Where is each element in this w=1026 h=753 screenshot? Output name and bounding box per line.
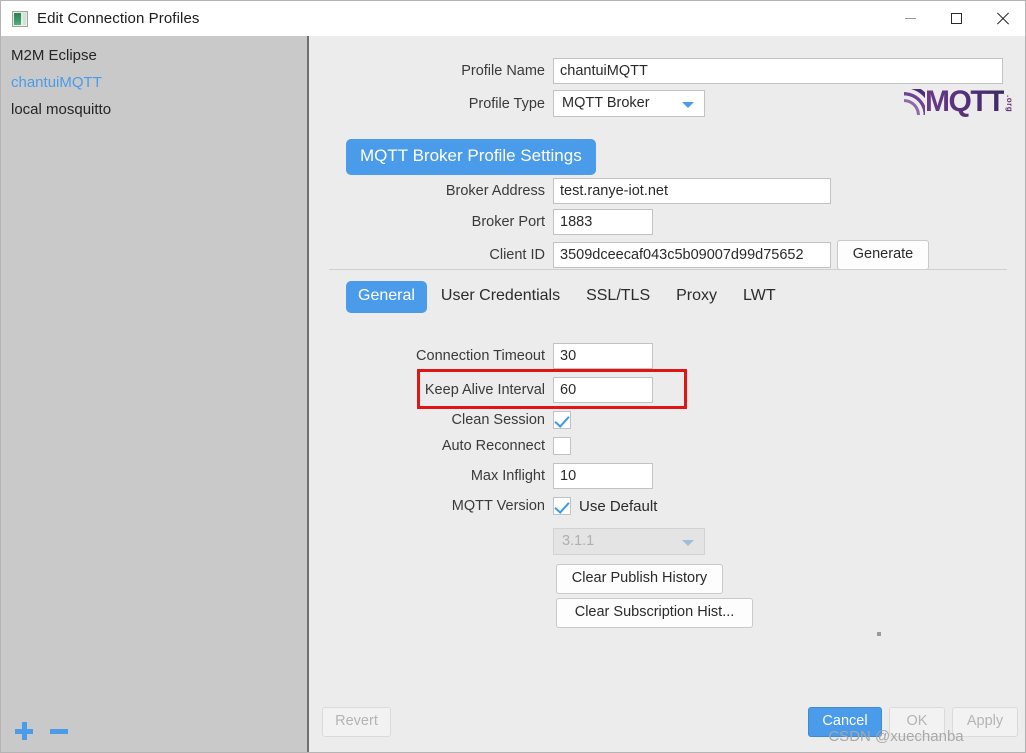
auto-reconnect-checkbox[interactable] xyxy=(553,437,571,455)
chevron-down-icon xyxy=(682,540,694,546)
mqtt-version-select[interactable]: 3.1.1 xyxy=(553,528,705,555)
profile-type-select[interactable]: MQTT Broker xyxy=(553,90,705,117)
minimize-icon xyxy=(904,18,916,19)
auto-reconnect-row: Auto Reconnect xyxy=(309,437,571,455)
keep-alive-interval-label: Keep Alive Interval xyxy=(424,382,545,398)
profile-type-label: Profile Type xyxy=(468,95,545,112)
broker-address-row: Broker Address test.ranye-iot.net xyxy=(309,178,831,204)
tab-ssl-tls[interactable]: SSL/TLS xyxy=(574,281,662,313)
section-divider xyxy=(329,269,1007,270)
close-button[interactable] xyxy=(979,1,1025,36)
connection-timeout-row: Connection Timeout 30 xyxy=(309,343,653,369)
mqtt-version-label: MQTT Version xyxy=(451,498,545,514)
auto-reconnect-label: Auto Reconnect xyxy=(441,438,545,454)
profile-list-toolbar xyxy=(1,709,307,752)
clear-publish-history-button[interactable]: Clear Publish History xyxy=(556,564,723,594)
minimize-button[interactable] xyxy=(887,1,933,36)
profile-list: M2M Eclipse chantuiMQTT local mosquitto xyxy=(1,36,307,123)
broker-address-input[interactable]: test.ranye-iot.net xyxy=(553,178,831,204)
client-id-label: Client ID xyxy=(489,247,545,263)
list-item[interactable]: M2M Eclipse xyxy=(1,42,307,69)
profile-item-label: chantuiMQTT xyxy=(11,74,102,91)
keep-alive-interval-input[interactable]: 60 xyxy=(553,377,653,403)
mqtt-version-value: 3.1.1 xyxy=(562,533,595,549)
maximize-button[interactable] xyxy=(933,1,979,36)
connection-timeout-label: Connection Timeout xyxy=(416,348,545,364)
max-inflight-input[interactable]: 10 xyxy=(553,463,653,489)
profile-name-input[interactable]: chantuiMQTT xyxy=(553,58,1003,84)
connection-timeout-input[interactable]: 30 xyxy=(553,343,653,369)
profile-list-sidebar: M2M Eclipse chantuiMQTT local mosquitto xyxy=(1,36,307,752)
clean-session-checkbox[interactable] xyxy=(553,411,571,429)
close-icon xyxy=(996,12,1009,25)
profile-detail-panel: Profile Name chantuiMQTT Profile Type MQ… xyxy=(309,36,1025,752)
tab-proxy[interactable]: Proxy xyxy=(664,281,729,313)
app-icon xyxy=(12,10,28,27)
watermark: CSDN @xuechanba xyxy=(828,728,964,745)
use-default-label: Use Default xyxy=(579,497,658,515)
max-inflight-row: Max Inflight 10 xyxy=(309,463,653,489)
list-item[interactable]: local mosquitto xyxy=(1,96,307,123)
clean-session-row: Clean Session xyxy=(309,411,571,429)
artifact-dot xyxy=(877,632,881,636)
tab-lwt[interactable]: LWT xyxy=(731,281,788,313)
broker-address-label: Broker Address xyxy=(445,183,545,199)
tab-general[interactable]: General xyxy=(346,281,427,313)
use-default-checkbox[interactable] xyxy=(553,497,571,515)
window-controls xyxy=(887,1,1025,36)
profile-type-value: MQTT Broker xyxy=(562,95,650,111)
clear-subscription-history-button[interactable]: Clear Subscription Hist... xyxy=(556,598,753,628)
client-id-row: Client ID 3509dceecaf043c5b09007d99d7565… xyxy=(309,240,929,270)
generate-button[interactable]: Generate xyxy=(837,240,929,270)
keep-alive-interval-row: Keep Alive Interval 60 xyxy=(309,377,653,403)
minus-icon[interactable] xyxy=(50,728,68,734)
mqtt-wave-icon xyxy=(904,89,926,115)
list-item[interactable]: chantuiMQTT xyxy=(1,69,307,96)
profile-name-row: Profile Name chantuiMQTT xyxy=(309,58,1007,84)
profile-item-label: M2M Eclipse xyxy=(11,47,97,64)
chevron-down-icon xyxy=(682,102,694,108)
tab-user-credentials[interactable]: User Credentials xyxy=(429,281,572,313)
mqtt-logo: MQTT .org xyxy=(904,84,1014,120)
client-id-input[interactable]: 3509dceecaf043c5b09007d99d75652 xyxy=(553,242,831,268)
maximize-icon xyxy=(950,13,962,24)
plus-icon[interactable] xyxy=(15,722,33,740)
revert-button[interactable]: Revert xyxy=(322,707,391,737)
section-header-mqtt-broker-settings[interactable]: MQTT Broker Profile Settings xyxy=(346,139,596,175)
edit-connection-profiles-window: Edit Connection Profiles M2M Eclipse cha… xyxy=(0,0,1026,753)
settings-tabs: General User Credentials SSL/TLS Proxy L… xyxy=(346,281,788,313)
title-bar: Edit Connection Profiles xyxy=(1,1,1025,36)
profile-type-row: Profile Type MQTT Broker xyxy=(309,90,705,117)
max-inflight-label: Max Inflight xyxy=(470,468,545,484)
mqtt-logo-word: MQTT xyxy=(925,85,1005,118)
mqtt-version-select-row: 3.1.1 xyxy=(309,528,705,555)
broker-port-input[interactable]: 1883 xyxy=(553,209,653,235)
broker-port-label: Broker Port xyxy=(471,214,545,230)
profile-item-label: local mosquitto xyxy=(11,101,112,118)
clean-session-label: Clean Session xyxy=(451,412,546,428)
mqtt-logo-suffix: .org xyxy=(1005,95,1014,113)
window-title: Edit Connection Profiles xyxy=(37,10,200,27)
profile-name-label: Profile Name xyxy=(461,63,545,79)
broker-port-row: Broker Port 1883 xyxy=(309,209,653,235)
mqtt-version-row: MQTT Version Use Default xyxy=(309,497,657,515)
